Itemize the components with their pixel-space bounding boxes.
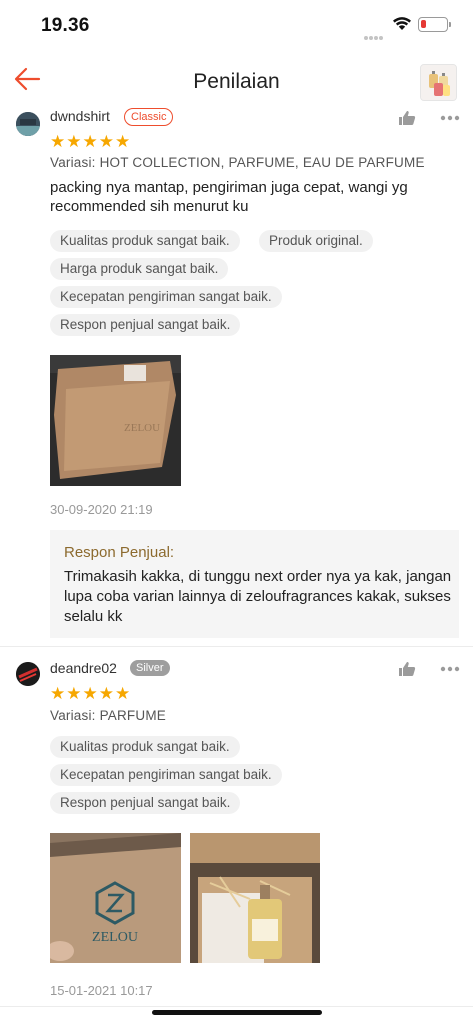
- review-username[interactable]: dwndshirt: [50, 108, 110, 124]
- review-item: deandre02 Silver ★★★★★ Variasi: PARFUME …: [0, 647, 473, 1024]
- page-title: Penilaian: [193, 70, 280, 93]
- avatar-image: [16, 112, 40, 136]
- thumbs-up-icon[interactable]: [398, 661, 416, 677]
- perfume-bottle-image: [190, 833, 320, 963]
- avatar-image: [16, 662, 40, 686]
- review-tag: Harga produk sangat baik.: [50, 258, 229, 280]
- product-bottles-image: [421, 65, 456, 100]
- seller-response: Respon Penjual: Trimakasih kakka, di tun…: [50, 530, 459, 638]
- review-comment: packing nya mantap, pengiriman juga cepa…: [50, 179, 408, 215]
- review-tag: Respon penjual sangat baik.: [50, 314, 241, 336]
- review-tag: Kualitas produk sangat baik.: [50, 736, 240, 758]
- review-photo[interactable]: [190, 833, 320, 963]
- review-date: 15-01-2021 10:17: [50, 983, 153, 998]
- zelou-box-image: ZELOU: [50, 833, 181, 963]
- cellular-signal-icon: [364, 27, 384, 40]
- review-tag: Kecepatan pengiriman sangat baik.: [50, 764, 282, 786]
- avatar[interactable]: [16, 112, 40, 136]
- review-username[interactable]: deandre02: [50, 660, 117, 676]
- seller-response-text: Trimakasih kakka, di tunggu next order n…: [64, 568, 452, 625]
- box-brand-text: ZELOU: [92, 930, 138, 945]
- review-photo[interactable]: ZELOU: [50, 355, 181, 486]
- status-time: 19.36: [41, 15, 90, 36]
- battery-icon: [418, 17, 451, 32]
- svg-text:ZELOU: ZELOU: [124, 422, 160, 434]
- review-divider: [0, 1006, 473, 1007]
- review-variant: Variasi: HOT COLLECTION, PARFUME, EAU DE…: [50, 155, 425, 170]
- star-rating: ★★★★★: [50, 132, 132, 151]
- more-options-icon[interactable]: [440, 115, 460, 121]
- seller-response-label: Respon Penjual:: [64, 544, 175, 561]
- review-tag: Kecepatan pengiriman sangat baik.: [50, 286, 282, 308]
- more-options-icon[interactable]: [440, 666, 460, 672]
- review-item: dwndshirt Classic ★★★★★ Variasi: HOT COL…: [0, 106, 473, 650]
- star-rating: ★★★★★: [50, 684, 132, 703]
- avatar[interactable]: [16, 662, 40, 686]
- thumbs-up-icon[interactable]: [398, 110, 416, 126]
- review-photo[interactable]: ZELOU: [50, 833, 181, 963]
- header: Penilaian: [0, 50, 473, 106]
- reviews-list[interactable]: dwndshirt Classic ★★★★★ Variasi: HOT COL…: [0, 106, 473, 1024]
- review-tag: Respon penjual sangat baik.: [50, 792, 241, 814]
- home-indicator: [152, 1010, 322, 1015]
- wifi-icon: [393, 17, 411, 30]
- review-tag: Kualitas produk sangat baik.: [50, 230, 240, 252]
- membership-badge: Classic: [124, 108, 174, 126]
- review-date: 30-09-2020 21:19: [50, 502, 153, 517]
- membership-badge: Silver: [130, 660, 170, 676]
- parcel-box-image: ZELOU: [50, 355, 181, 486]
- status-bar: 19.36: [0, 0, 473, 50]
- review-variant: Variasi: PARFUME: [50, 708, 166, 723]
- product-thumbnail[interactable]: [420, 64, 457, 101]
- review-tag: Produk original.: [259, 230, 373, 252]
